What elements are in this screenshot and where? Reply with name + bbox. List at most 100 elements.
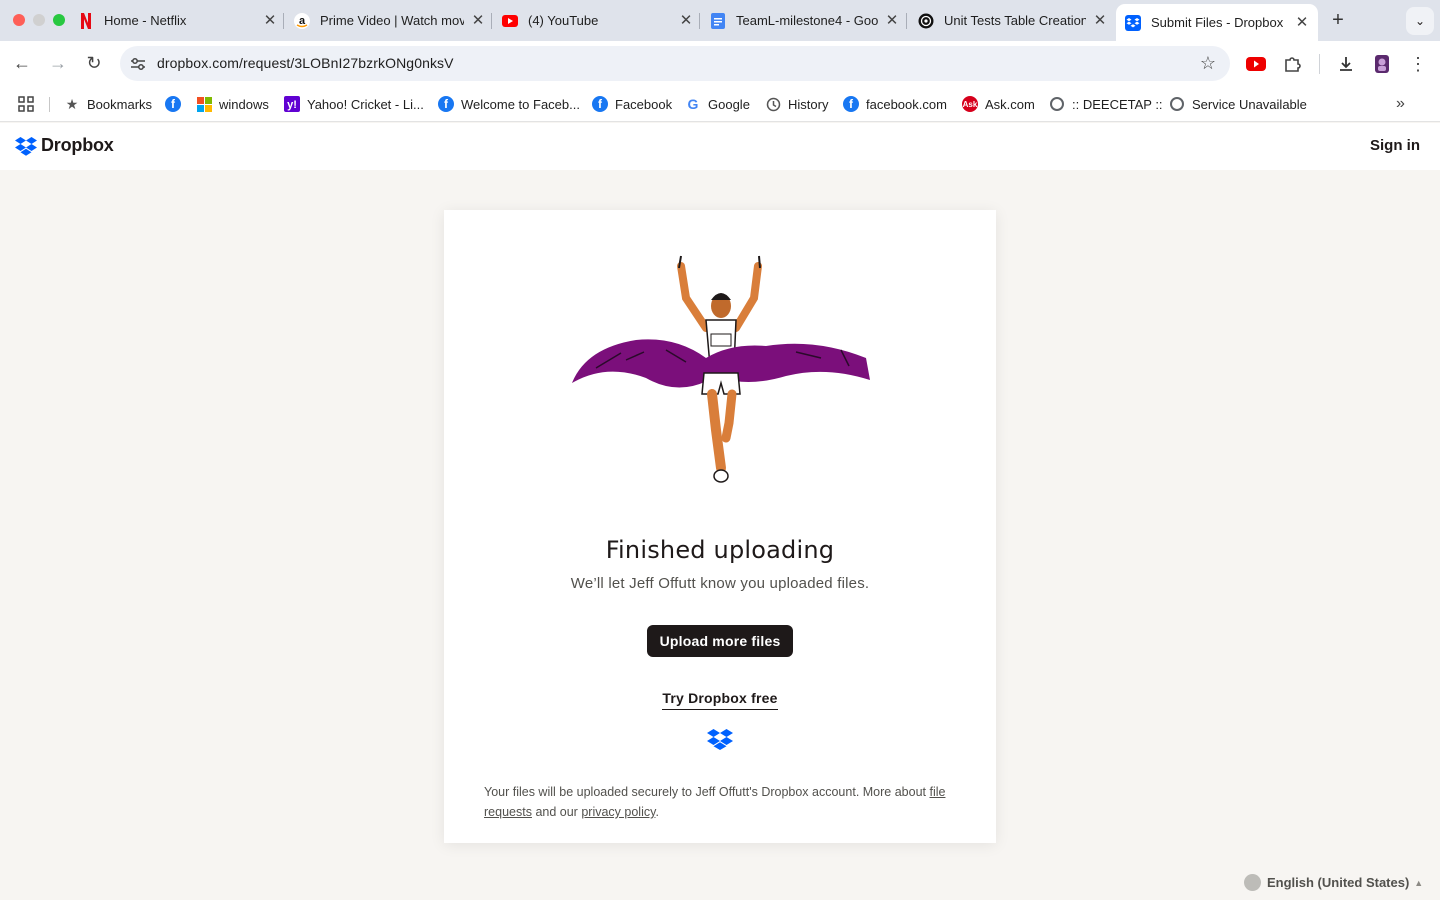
upload-more-files-button[interactable]: Upload more files: [647, 625, 793, 657]
bookmark-label: Service Unavailable: [1192, 96, 1307, 112]
security-note: Your files will be uploaded securely to …: [484, 782, 964, 822]
bookmark-label: Yahoo! Cricket - Li...: [307, 96, 424, 112]
security-note-text: Your files will be uploaded securely to …: [484, 785, 926, 799]
tab-title: Submit Files - Dropbox: [1151, 15, 1284, 30]
tab-youtube[interactable]: (4) YouTube ✕: [502, 4, 694, 37]
tab-close-icon[interactable]: ✕: [1092, 12, 1108, 29]
bookmark-item[interactable]: G Google: [685, 94, 750, 114]
apps-grid-icon[interactable]: [18, 94, 34, 114]
page-title: Finished uploading: [605, 536, 835, 564]
chatgpt-icon: [918, 13, 934, 29]
bookmark-item[interactable]: :: DEECETAP ::: [1049, 94, 1163, 114]
bookmark-label: facebook.com: [866, 96, 947, 112]
confirmation-message: We’ll let Jeff Offutt know you uploaded …: [570, 575, 870, 592]
page-header: Dropbox Sign in: [0, 123, 1440, 170]
tab-prime-video[interactable]: a Prime Video | Watch movies ✕: [294, 4, 486, 37]
bookmark-item[interactable]: y! Yahoo! Cricket - Li...: [284, 94, 424, 114]
caret-up-icon: ▲: [1414, 877, 1424, 888]
youtube-icon: [502, 13, 518, 29]
bookmark-label: History: [788, 96, 829, 112]
tab-close-icon[interactable]: ✕: [262, 12, 278, 29]
runner-finish-line-illustration: [572, 255, 870, 483]
star-icon: ★: [65, 95, 79, 112]
profile-avatar[interactable]: [1371, 53, 1393, 75]
tab-netflix[interactable]: Home - Netflix ✕: [78, 4, 278, 37]
bookmark-item[interactable]: History: [765, 94, 828, 114]
tab-close-icon[interactable]: ✕: [884, 12, 900, 29]
tab-title: Home - Netflix: [104, 13, 187, 28]
address-bar[interactable]: dropbox.com/request/3LOBnI27bzrkONg0nksV…: [120, 46, 1230, 81]
bookmark-item[interactable]: ★ Bookmarks: [64, 94, 152, 114]
svg-text:Ask: Ask: [963, 100, 978, 109]
browser-toolbar: ← → ↻ dropbox.com/request/3LOBnI27bzrkON…: [0, 41, 1440, 86]
bookmark-item[interactable]: f: [165, 94, 188, 114]
language-selector[interactable]: English (United States) ▲: [1244, 874, 1423, 891]
history-icon: [765, 96, 781, 112]
bookmark-label: Ask.com: [985, 96, 1035, 112]
tab-search-menu-icon[interactable]: ⌄: [1406, 7, 1434, 35]
window-close-button[interactable]: [13, 14, 25, 26]
security-note-period: .: [655, 805, 659, 819]
site-settings-icon[interactable]: [129, 55, 147, 73]
new-tab-button[interactable]: +: [1328, 10, 1348, 30]
svg-text:G: G: [688, 97, 699, 111]
bookmark-label: Google: [708, 96, 750, 112]
bookmark-label: Bookmarks: [87, 96, 153, 112]
browser-tab-strip: Home - Netflix ✕ a Prime Video | Watch m…: [0, 0, 1440, 41]
bookmark-item[interactable]: Ask Ask.com: [962, 94, 1035, 114]
globe-icon: [1049, 96, 1065, 112]
youtube-extension-icon[interactable]: [1245, 53, 1267, 75]
bookmark-label: :: DEECETAP ::: [1072, 96, 1163, 112]
tab-dropbox-active[interactable]: Submit Files - Dropbox ✕: [1116, 4, 1318, 41]
tab-unit-tests[interactable]: Unit Tests Table Creation ✕: [918, 4, 1108, 37]
bookmark-item[interactable]: f Welcome to Faceb...: [438, 94, 580, 114]
sign-in-link[interactable]: Sign in: [1370, 137, 1420, 154]
facebook-icon: f: [843, 96, 859, 112]
window-maximize-button[interactable]: [53, 14, 65, 26]
reload-icon[interactable]: ↻: [82, 51, 106, 75]
window-minimize-button[interactable]: [33, 14, 45, 26]
dropbox-logo[interactable]: Dropbox: [15, 135, 114, 156]
url-text[interactable]: dropbox.com/request/3LOBnI27bzrkONg0nksV: [157, 55, 454, 71]
bookmark-item[interactable]: windows: [196, 94, 269, 114]
try-dropbox-free-container: Try Dropbox free: [444, 690, 996, 710]
extensions-puzzle-icon[interactable]: [1281, 53, 1303, 75]
bookmark-item[interactable]: f Facebook: [592, 94, 672, 114]
browser-menu-icon[interactable]: ⋮: [1407, 53, 1429, 75]
tab-title: TeamL-milestone4 - Google Docs: [736, 13, 878, 28]
svg-text:y!: y!: [287, 99, 297, 111]
facebook-icon: f: [165, 96, 181, 112]
bookmark-item[interactable]: f facebook.com: [843, 94, 947, 114]
bookmark-item[interactable]: Service Unavailable: [1169, 94, 1307, 114]
google-docs-icon: [710, 12, 726, 29]
bookmarks-bar: ★ Bookmarks f windows y! Yahoo! Cricket …: [0, 86, 1440, 122]
try-dropbox-free-link[interactable]: Try Dropbox free: [662, 690, 778, 710]
dropbox-icon: [1125, 14, 1141, 31]
tab-close-icon[interactable]: ✕: [470, 12, 486, 29]
dropbox-icon: [707, 729, 733, 750]
language-label: English (United States): [1267, 875, 1410, 890]
bookmark-label: Facebook: [615, 96, 673, 112]
amazon-icon: a: [294, 12, 310, 29]
globe-icon: [1244, 874, 1261, 891]
microsoft-icon: [196, 96, 212, 112]
bookmark-star-icon[interactable]: ☆: [1200, 53, 1216, 74]
bookmarks-overflow-icon[interactable]: »: [1396, 95, 1405, 113]
tab-close-icon[interactable]: ✕: [678, 12, 694, 29]
ask-icon: Ask: [962, 96, 978, 112]
upload-complete-card: Finished uploading We’ll let Jeff Offutt…: [444, 210, 996, 843]
dropbox-icon: [15, 136, 37, 156]
download-icon[interactable]: [1335, 53, 1357, 75]
privacy-policy-link[interactable]: privacy policy: [581, 805, 655, 819]
google-icon: G: [685, 96, 701, 112]
tab-google-docs[interactable]: TeamL-milestone4 - Google Docs ✕: [710, 4, 900, 37]
brand-name: Dropbox: [41, 135, 114, 155]
tab-close-icon[interactable]: ✕: [1294, 14, 1310, 31]
back-icon[interactable]: ←: [10, 51, 34, 75]
yahoo-icon: y!: [284, 96, 300, 112]
globe-icon: [1169, 96, 1185, 112]
security-note-and: and our: [535, 805, 578, 819]
facebook-icon: f: [592, 96, 608, 112]
forward-icon[interactable]: →: [46, 51, 70, 75]
tab-title: Unit Tests Table Creation: [944, 13, 1086, 28]
